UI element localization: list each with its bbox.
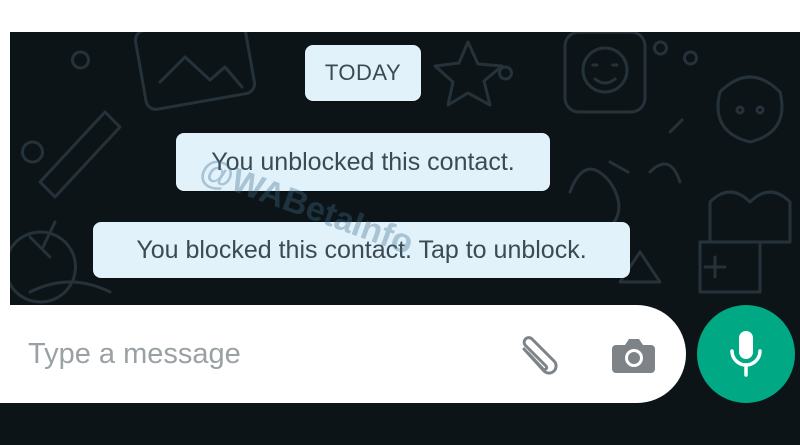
message-input-placeholder[interactable]: Type a message [28,305,241,403]
mic-button[interactable] [697,305,795,403]
paperclip-icon[interactable] [512,335,562,379]
date-chip: TODAY [305,45,421,101]
camera-icon[interactable] [608,336,658,376]
system-message-unblocked: You unblocked this contact. [176,133,550,191]
message-input[interactable]: Type a message [0,305,686,403]
chat-area: TODAY You unblocked this contact. You bl… [10,32,800,320]
microphone-icon [730,331,762,377]
system-message-blocked[interactable]: You blocked this contact. Tap to unblock… [93,222,630,278]
